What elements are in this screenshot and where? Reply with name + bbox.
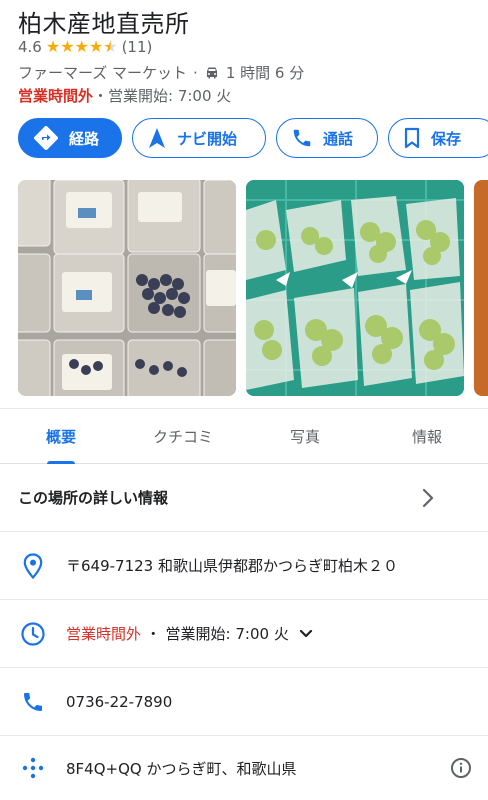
tab-reviews-label: クチコミ <box>152 427 213 446</box>
hours-open-info: ・ 営業開始: 7:00 火 <box>141 625 289 643</box>
hours-text: 営業時間外 ・ 営業開始: 7:00 火 <box>66 623 289 644</box>
rating-value: 4.6 <box>18 38 42 56</box>
tab-reviews[interactable]: クチコミ <box>122 409 244 463</box>
car-icon <box>206 67 217 78</box>
tab-bar: 概要 クチコミ 写真 情報 <box>0 408 488 464</box>
photo-peek[interactable] <box>474 180 488 396</box>
closed-status: 営業時間外 <box>18 87 94 105</box>
phone-row[interactable]: 0736-22-7890 <box>0 668 488 736</box>
route-button[interactable]: 経路 <box>18 118 122 158</box>
review-count: (11) <box>121 38 153 56</box>
address-text: 〒649-7123 和歌山県伊都郡かつらぎ町柏木２０ <box>66 557 398 575</box>
tab-info[interactable]: 情報 <box>366 409 488 463</box>
route-label: 経路 <box>69 129 100 148</box>
tab-overview[interactable]: 概要 <box>0 409 122 464</box>
chevron-down-icon[interactable] <box>299 629 313 639</box>
star-icon: ★ <box>45 37 61 56</box>
tab-overview-label: 概要 <box>45 427 76 446</box>
photo-carousel[interactable] <box>0 180 488 396</box>
rating-row[interactable]: 4.6 ★ ★ ★ ★ ★ (11) <box>18 38 152 56</box>
star-icon: ★ <box>60 37 75 56</box>
address-row[interactable]: 〒649-7123 和歌山県伊都郡かつらぎ町柏木２０ <box>0 532 488 600</box>
hours-row[interactable]: 営業時間外 ・ 営業開始: 7:00 火 <box>0 600 488 668</box>
clock-icon <box>21 621 45 646</box>
info-icon[interactable] <box>450 757 472 779</box>
category-label: ファーマーズ マーケット <box>18 64 188 82</box>
navigate-button[interactable]: ナビ開始 <box>132 118 266 158</box>
tab-photos-label: 写真 <box>289 427 320 446</box>
directions-icon <box>34 126 58 150</box>
plus-code-text: 8F4Q+QQ かつらぎ町、和歌山県 <box>66 759 297 778</box>
call-button[interactable]: 通話 <box>276 118 378 158</box>
photo-grapes-packs[interactable] <box>18 180 236 396</box>
plus-code-row[interactable]: 8F4Q+QQ かつらぎ町、和歌山県 <box>0 736 488 800</box>
category-row: ファーマーズ マーケット · 1 時間 6 分 <box>18 62 304 83</box>
navigate-label: ナビ開始 <box>177 129 238 148</box>
bookmark-icon <box>404 127 420 149</box>
plus-code-icon <box>22 757 44 779</box>
navigation-arrow-icon <box>149 128 165 148</box>
phone-icon <box>24 692 42 711</box>
hours-closed: 営業時間外 <box>66 625 142 643</box>
save-label: 保存 <box>431 129 462 148</box>
place-title: 柏木産地直売所 <box>18 10 190 38</box>
action-bar: 経路 ナビ開始 通話 保存 <box>18 118 488 158</box>
details-label: この場所の詳しい情報 <box>18 489 169 507</box>
phone-number: 0736-22-7890 <box>66 692 173 711</box>
tab-photos[interactable]: 写真 <box>244 409 366 463</box>
star-half-icon: ★ <box>103 37 118 56</box>
location-pin-icon <box>23 552 43 579</box>
shine-muscat-image <box>246 180 464 396</box>
grapes-packs-image <box>18 180 236 396</box>
open-info: ・営業開始: 7:00 火 <box>93 87 232 105</box>
star-icon: ★ <box>88 37 104 56</box>
hours-summary: 営業時間外 ・営業開始: 7:00 火 <box>18 85 231 106</box>
save-button[interactable]: 保存 <box>388 118 488 158</box>
tab-info-label: 情報 <box>411 427 442 446</box>
star-icon: ★ <box>74 37 89 56</box>
drive-time: 1 時間 6 分 <box>225 64 305 82</box>
photo-shine-muscat[interactable] <box>246 180 464 396</box>
rating-stars: ★ ★ ★ ★ ★ <box>46 39 118 55</box>
chevron-right-icon <box>422 488 434 507</box>
separator: · <box>193 63 198 82</box>
details-row[interactable]: この場所の詳しい情報 <box>0 464 488 532</box>
phone-icon <box>293 129 311 147</box>
call-label: 通話 <box>323 129 354 148</box>
